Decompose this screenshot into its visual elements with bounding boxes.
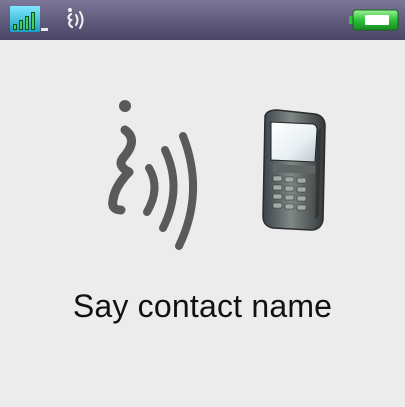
signal-strength-icon — [10, 6, 48, 32]
voice-command-status-icon — [67, 8, 84, 29]
mobile-phone-icon — [262, 109, 326, 231]
speaking-voice-icon — [108, 100, 198, 250]
battery-charging-icon — [349, 9, 399, 31]
voice-dial-screen: Say contact name — [0, 0, 405, 407]
prompt-text: Say contact name — [72, 288, 333, 324]
status-bar — [0, 0, 405, 40]
